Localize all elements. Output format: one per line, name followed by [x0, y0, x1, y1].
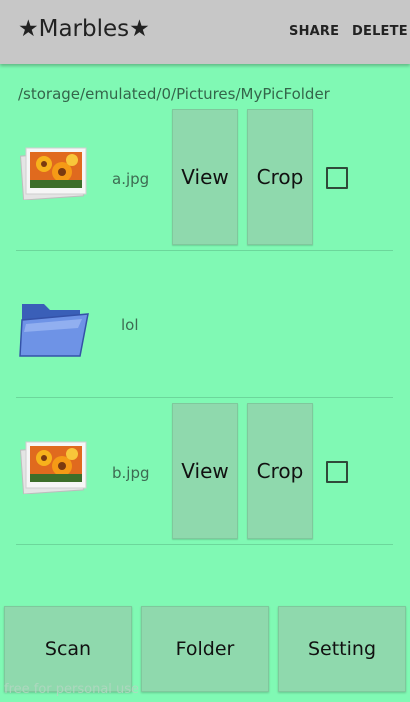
- app-bar: ★Marbles★ SHARE DELETE: [0, 0, 410, 64]
- watermark: free for personal use: [4, 682, 140, 697]
- select-checkbox[interactable]: [326, 461, 348, 483]
- file-name: a.jpg: [112, 170, 150, 188]
- divider: [16, 397, 393, 398]
- view-button[interactable]: View: [172, 109, 238, 245]
- current-path: /storage/emulated/0/Pictures/MyPicFolder: [18, 85, 330, 103]
- app-title: ★Marbles★: [18, 16, 150, 42]
- scan-button[interactable]: Scan: [4, 606, 132, 692]
- folder-name: lol: [121, 316, 139, 334]
- divider: [16, 544, 393, 545]
- folder-icon: [19, 304, 89, 357]
- share-button[interactable]: SHARE: [289, 24, 339, 39]
- list-item[interactable]: a.jpg View Crop: [0, 106, 410, 252]
- file-name: b.jpg: [112, 464, 150, 482]
- image-stack-icon: [20, 147, 87, 200]
- crop-button[interactable]: Crop: [247, 403, 313, 539]
- list-item[interactable]: lol: [0, 252, 410, 398]
- crop-button[interactable]: Crop: [247, 109, 313, 245]
- setting-button[interactable]: Setting: [278, 606, 406, 692]
- image-stack-icon: [20, 441, 87, 494]
- divider: [16, 250, 393, 251]
- folder-button[interactable]: Folder: [141, 606, 269, 692]
- select-checkbox[interactable]: [326, 167, 348, 189]
- view-button[interactable]: View: [172, 403, 238, 539]
- delete-button[interactable]: DELETE: [352, 24, 408, 39]
- list-item[interactable]: b.jpg View Crop: [0, 400, 410, 546]
